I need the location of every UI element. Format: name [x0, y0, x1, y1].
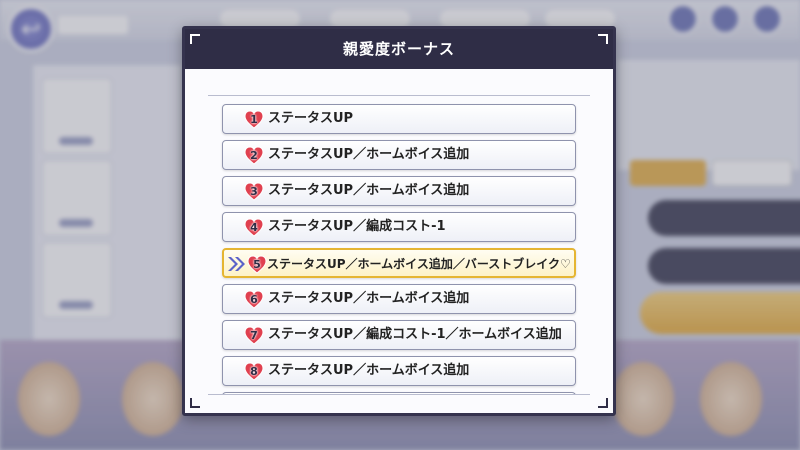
corner-ornament	[190, 398, 200, 408]
bonus-label: ステータスUP／ホームボイス追加	[268, 147, 470, 162]
heart-icon: 1	[244, 110, 264, 130]
affection-bonus-dialog: 親愛度ボーナス 1 ステータスUP 2 ステータスUP／ホームボイス追加 3 ステータスU…	[182, 26, 616, 416]
bonus-row-5: 5 ステータスUP／ホームボイス追加／バーストブレイク♡	[222, 248, 576, 278]
corner-ornament	[598, 34, 608, 44]
bonus-label: ステータスUP／編成コスト-1	[268, 219, 446, 234]
bonus-level-number: 5	[253, 258, 261, 271]
bonus-row-3: 3 ステータスUP／ホームボイス追加	[222, 176, 576, 206]
bonus-level-number: 3	[250, 185, 258, 198]
heart-icon: 8	[244, 362, 264, 382]
bonus-row-8: 8 ステータスUP／ホームボイス追加	[222, 356, 576, 386]
bonus-row-4: 4 ステータスUP／編成コスト-1	[222, 212, 576, 242]
heart-icon: 4	[244, 218, 264, 238]
bonus-label: ステータスUP／ホームボイス追加／バーストブレイク♡	[267, 257, 571, 271]
bonus-level-number: 8	[250, 365, 258, 378]
bonus-level-number: 1	[250, 113, 258, 126]
heart-icon: 7	[244, 326, 264, 346]
bonus-label: ステータスUP／ホームボイス追加	[268, 363, 470, 378]
bonus-level-number: 4	[250, 221, 258, 234]
bonus-list-scroll[interactable]: 1 ステータスUP 2 ステータスUP／ホームボイス追加 3 ステータスUP／ホームボイス…	[208, 95, 590, 395]
bonus-level-number: 2	[250, 149, 258, 162]
bonus-list: 1 ステータスUP 2 ステータスUP／ホームボイス追加 3 ステータスUP／ホームボイス…	[222, 104, 578, 394]
corner-ornament	[598, 398, 608, 408]
bonus-level-number: 7	[250, 329, 258, 342]
bonus-label: ステータスUP／ホームボイス追加	[268, 183, 470, 198]
heart-icon: 5	[247, 255, 267, 275]
heart-icon: 6	[244, 290, 264, 310]
heart-icon: 3	[244, 182, 264, 202]
bonus-row-next-partial	[222, 392, 576, 394]
bonus-row-7: 7 ステータスUP／編成コスト-1／ホームボイス追加	[222, 320, 576, 350]
bonus-row-2: 2 ステータスUP／ホームボイス追加	[222, 140, 576, 170]
bonus-level-number: 6	[250, 293, 258, 306]
double-chevron-right-icon	[226, 255, 248, 273]
bonus-row-6: 6 ステータスUP／ホームボイス追加	[222, 284, 576, 314]
dialog-header: 親愛度ボーナス	[185, 29, 613, 69]
bonus-label: ステータスUP	[268, 111, 354, 126]
corner-ornament	[190, 34, 200, 44]
bonus-label: ステータスUP／編成コスト-1／ホームボイス追加	[268, 327, 562, 342]
dialog-title: 親愛度ボーナス	[342, 40, 455, 58]
heart-icon: 2	[244, 146, 264, 166]
bonus-row-1: 1 ステータスUP	[222, 104, 576, 134]
bonus-label: ステータスUP／ホームボイス追加	[268, 291, 470, 306]
